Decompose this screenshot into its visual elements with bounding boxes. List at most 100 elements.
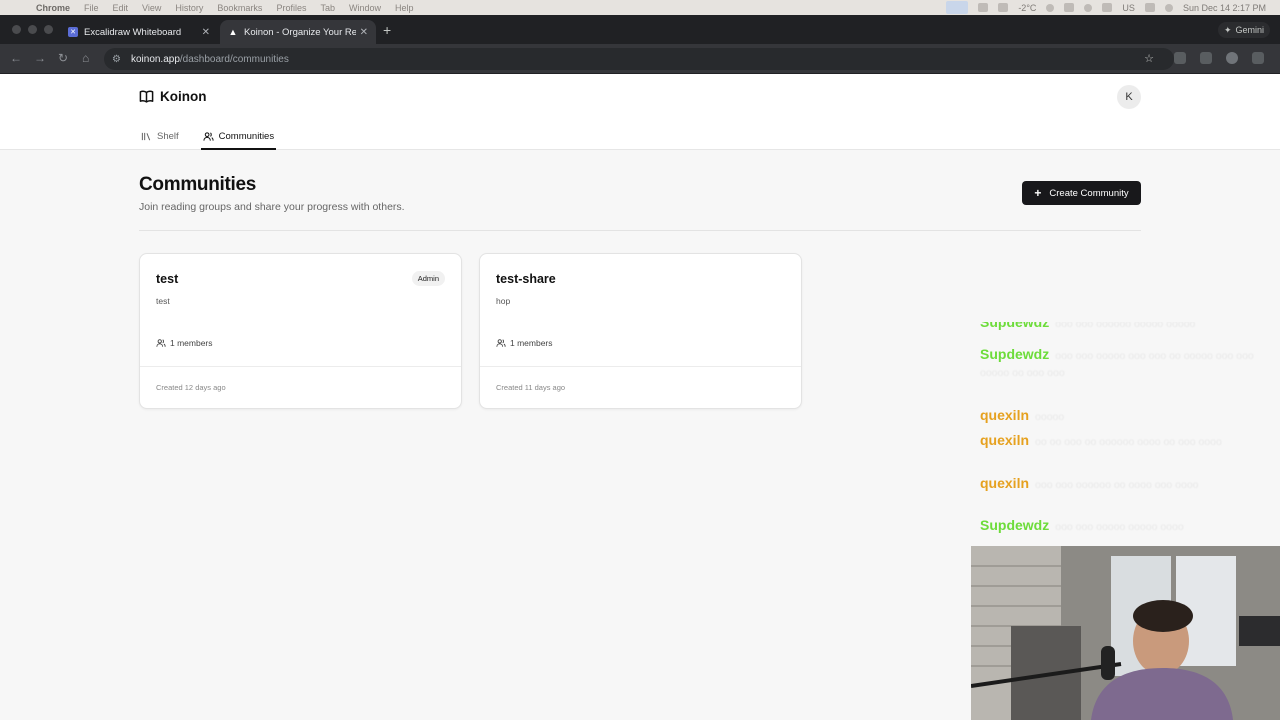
url-host: koinon.app xyxy=(130,53,180,65)
nav-tab-label: Shelf xyxy=(157,131,179,142)
clock[interactable]: Sun Dec 14 2:17 PM xyxy=(1183,3,1266,13)
open-book-icon xyxy=(139,90,154,103)
menu-help[interactable]: Help xyxy=(395,3,414,13)
chat-text: oo oo ooo oo oooooo oooo oo ooo oooo xyxy=(1035,436,1222,448)
url-path: /dashboard/communities xyxy=(179,53,289,65)
reload-icon[interactable]: ↻ xyxy=(58,51,68,65)
webcam-image xyxy=(971,546,1280,720)
nav-tab-label: Communities xyxy=(218,131,275,142)
nav-tab-shelf[interactable]: Shelf xyxy=(139,123,181,150)
input-language[interactable]: US xyxy=(1122,3,1135,13)
chat-username: quexiln xyxy=(980,432,1030,448)
account-icon[interactable] xyxy=(1084,3,1093,12)
close-tab-icon[interactable]: ✕ xyxy=(360,27,368,38)
weather-status[interactable]: -2°C xyxy=(1018,3,1036,13)
plus-icon: + xyxy=(1034,186,1042,200)
cast-icon[interactable] xyxy=(1174,52,1186,64)
menu-history[interactable]: History xyxy=(175,3,203,13)
menu-app-name[interactable]: Chrome xyxy=(36,3,70,13)
address-bar[interactable]: ⚙ koinon.app/dashboard/communities ☆ xyxy=(104,48,1174,70)
volume-icon[interactable] xyxy=(1064,3,1075,12)
menu-window[interactable]: Window xyxy=(349,3,381,13)
community-description: hop xyxy=(496,296,511,306)
chat-username: Supdewdz xyxy=(980,322,1050,330)
member-count: 1 members xyxy=(496,338,553,348)
community-card[interactable]: test Admin test 1 members Created 12 day… xyxy=(139,253,462,409)
chat-username: quexiln xyxy=(980,475,1030,491)
settings-icon[interactable] xyxy=(998,3,1009,12)
nav-tab-communities[interactable]: Communities xyxy=(200,123,277,150)
user-avatar[interactable]: K xyxy=(1117,85,1141,109)
page-title: Communities xyxy=(139,174,257,195)
brand-name: Koinon xyxy=(160,89,207,104)
close-tab-icon[interactable]: ✕ xyxy=(202,27,210,38)
created-date: Created 11 days ago xyxy=(496,383,566,392)
tab-title: Excalidraw Whiteboard xyxy=(84,26,182,38)
chat-message: quexiln ooo ooo oooooo oo oooo ooo oooo xyxy=(980,475,1270,494)
control-center-icon[interactable] xyxy=(1164,3,1173,12)
excalidraw-icon: ✕ xyxy=(68,27,78,37)
member-count: 1 members xyxy=(156,338,213,348)
new-tab-button[interactable]: + xyxy=(383,22,391,38)
browser-tab-koinon[interactable]: ▲ Koinon - Organize Your Readi ✕ xyxy=(220,20,376,44)
card-divider xyxy=(140,366,461,367)
battery-icon[interactable] xyxy=(1102,3,1113,12)
created-date: Created 12 days ago xyxy=(156,383,226,392)
menu-icon[interactable] xyxy=(1252,52,1264,64)
books-icon xyxy=(141,132,151,141)
site-info-icon[interactable]: ⚙ xyxy=(112,54,121,65)
community-card[interactable]: test-share hop 1 members Created 11 days… xyxy=(479,253,802,409)
browser-tab-excalidraw[interactable]: ✕ Excalidraw Whiteboard ✕ xyxy=(60,20,218,44)
community-name: test-share xyxy=(496,272,556,286)
gemini-label: Gemini xyxy=(1235,25,1264,35)
macos-menu-bar: Chrome File Edit View History Bookmarks … xyxy=(0,0,1280,15)
app-header: Koinon K Shelf Communities xyxy=(0,74,1280,150)
users-icon xyxy=(496,339,506,347)
app-nav-tabs: Shelf Communities xyxy=(139,123,277,150)
gemini-button[interactable]: ✦ Gemini xyxy=(1217,22,1270,38)
menu-tab[interactable]: Tab xyxy=(320,3,335,13)
webcam-feed xyxy=(971,546,1280,720)
brand-logo[interactable]: Koinon xyxy=(139,89,207,104)
community-name: test xyxy=(156,272,179,286)
koinon-icon: ▲ xyxy=(228,27,238,37)
page-subtitle: Join reading groups and share your progr… xyxy=(139,201,405,213)
menu-view[interactable]: View xyxy=(142,3,161,13)
maximize-window-button[interactable] xyxy=(44,25,53,34)
chat-message: quexiln oo oo ooo oo oooooo oooo oo ooo o… xyxy=(980,432,1270,451)
browser-tab-strip: ✕ Excalidraw Whiteboard ✕ ▲ Koinon - Org… xyxy=(0,15,1280,44)
chat-message: Supdewdz ooo ooo oooooo ooooo ooooo xyxy=(980,322,1270,333)
chat-message: Supdewdz ooo ooo ooooo ooo ooo oo ooooo o… xyxy=(980,346,1270,382)
menu-profiles[interactable]: Profiles xyxy=(276,3,306,13)
sparkle-icon: ✦ xyxy=(1223,24,1232,35)
community-description: test xyxy=(156,296,170,306)
moon-icon[interactable] xyxy=(1046,3,1055,12)
menu-edit[interactable]: Edit xyxy=(113,3,129,13)
reading-list-icon[interactable] xyxy=(1200,52,1212,64)
chat-username: quexiln xyxy=(980,407,1030,423)
create-community-button[interactable]: + Create Community xyxy=(1022,181,1141,205)
create-community-label: Create Community xyxy=(1049,187,1129,199)
menu-bookmarks[interactable]: Bookmarks xyxy=(217,3,262,13)
bookmark-star-icon[interactable]: ☆ xyxy=(1144,52,1154,65)
chat-text: ooo ooo oooooo ooooo ooooo xyxy=(1055,322,1196,330)
back-arrow-icon[interactable]: ← xyxy=(10,51,22,65)
forward-arrow-icon[interactable]: → xyxy=(34,51,46,65)
screen-share-icon[interactable] xyxy=(946,1,969,14)
member-count-label: 1 members xyxy=(510,338,553,348)
role-badge: Admin xyxy=(411,271,445,286)
shield-icon[interactable] xyxy=(978,3,989,12)
chat-text: ooo ooo oooooo oo oooo ooo oooo xyxy=(1035,479,1199,491)
tab-title: Koinon - Organize Your Readi xyxy=(244,26,356,38)
home-icon[interactable]: ⌂ xyxy=(82,51,89,65)
menu-file[interactable]: File xyxy=(84,3,99,13)
chat-message: quexiln ooooo xyxy=(980,407,1270,426)
minimize-window-button[interactable] xyxy=(28,25,37,34)
chat-text: ooo ooo ooooo ooooo oooo xyxy=(1055,521,1184,533)
wifi-icon[interactable] xyxy=(1144,3,1155,12)
window-controls xyxy=(12,25,53,34)
close-window-button[interactable] xyxy=(12,25,21,34)
stream-chat-overlay: Supdewdz ooo ooo oooooo ooooo ooooo Supde… xyxy=(978,322,1278,538)
profile-icon[interactable] xyxy=(1226,52,1238,64)
toolbar-icons xyxy=(1174,52,1264,64)
